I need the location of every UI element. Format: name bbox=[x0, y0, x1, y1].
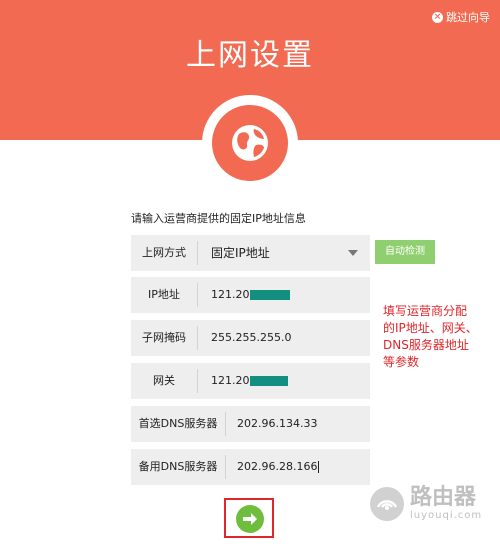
secondary-dns-value-wrap: 202.96.28.166 bbox=[237, 449, 320, 485]
connection-mode-label: 上网方式 bbox=[142, 246, 186, 259]
watermark: 路由器 luyouqi.com bbox=[370, 486, 482, 522]
subnet-mask-label: 子网掩码 bbox=[142, 331, 186, 344]
gateway-label: 网关 bbox=[153, 374, 175, 387]
connection-mode-value: 固定IP地址 bbox=[211, 246, 270, 260]
text-cursor bbox=[318, 461, 320, 473]
primary-dns-value: 202.96.134.33 bbox=[237, 417, 318, 430]
divider bbox=[225, 455, 226, 479]
subnet-mask-value: 255.255.255.0 bbox=[211, 331, 292, 344]
watermark-domain: luyouqi.com bbox=[410, 510, 483, 521]
primary-dns-label: 首选DNS服务器 bbox=[138, 417, 218, 430]
instruction-text: 请输入运营商提供的固定IP地址信息 bbox=[131, 212, 306, 225]
gateway-field[interactable]: 网关 121.201. bbox=[131, 363, 370, 399]
divider bbox=[197, 241, 198, 265]
ip-address-field[interactable]: IP地址 121.201. bbox=[131, 277, 370, 313]
globe-icon bbox=[212, 105, 288, 181]
close-icon: × bbox=[432, 11, 443, 23]
divider bbox=[197, 326, 198, 350]
redaction-mask bbox=[250, 290, 290, 300]
secondary-dns-label: 备用DNS服务器 bbox=[138, 460, 218, 473]
ip-address-label: IP地址 bbox=[148, 288, 180, 301]
redaction-mask bbox=[250, 376, 288, 386]
dropdown-arrow-icon bbox=[348, 250, 358, 256]
skip-wizard-link[interactable]: × 跳过向导 bbox=[432, 9, 490, 25]
primary-dns-field[interactable]: 首选DNS服务器 202.96.134.33 bbox=[131, 406, 370, 442]
skip-wizard-label: 跳过向导 bbox=[446, 11, 490, 24]
watermark-name: 路由器 bbox=[410, 485, 477, 510]
divider bbox=[197, 369, 198, 393]
divider bbox=[225, 412, 226, 436]
router-logo-icon bbox=[370, 487, 404, 521]
annotation-note: 填写运营商分配 的IP地址、网关、 DNS服务器地址 等参数 bbox=[383, 304, 478, 369]
subnet-mask-field[interactable]: 子网掩码 255.255.255.0 bbox=[131, 320, 370, 356]
page-title: 上网设置 bbox=[186, 38, 314, 73]
connection-mode-select[interactable]: 上网方式 固定IP地址 bbox=[131, 235, 370, 271]
secondary-dns-value: 202.96.28.166 bbox=[237, 460, 318, 473]
next-button[interactable] bbox=[236, 505, 264, 533]
secondary-dns-field[interactable]: 备用DNS服务器 202.96.28.166 bbox=[131, 449, 370, 485]
divider bbox=[197, 283, 198, 307]
arrow-right-icon bbox=[243, 513, 257, 525]
auto-detect-button[interactable]: 自动检测 bbox=[375, 240, 435, 264]
